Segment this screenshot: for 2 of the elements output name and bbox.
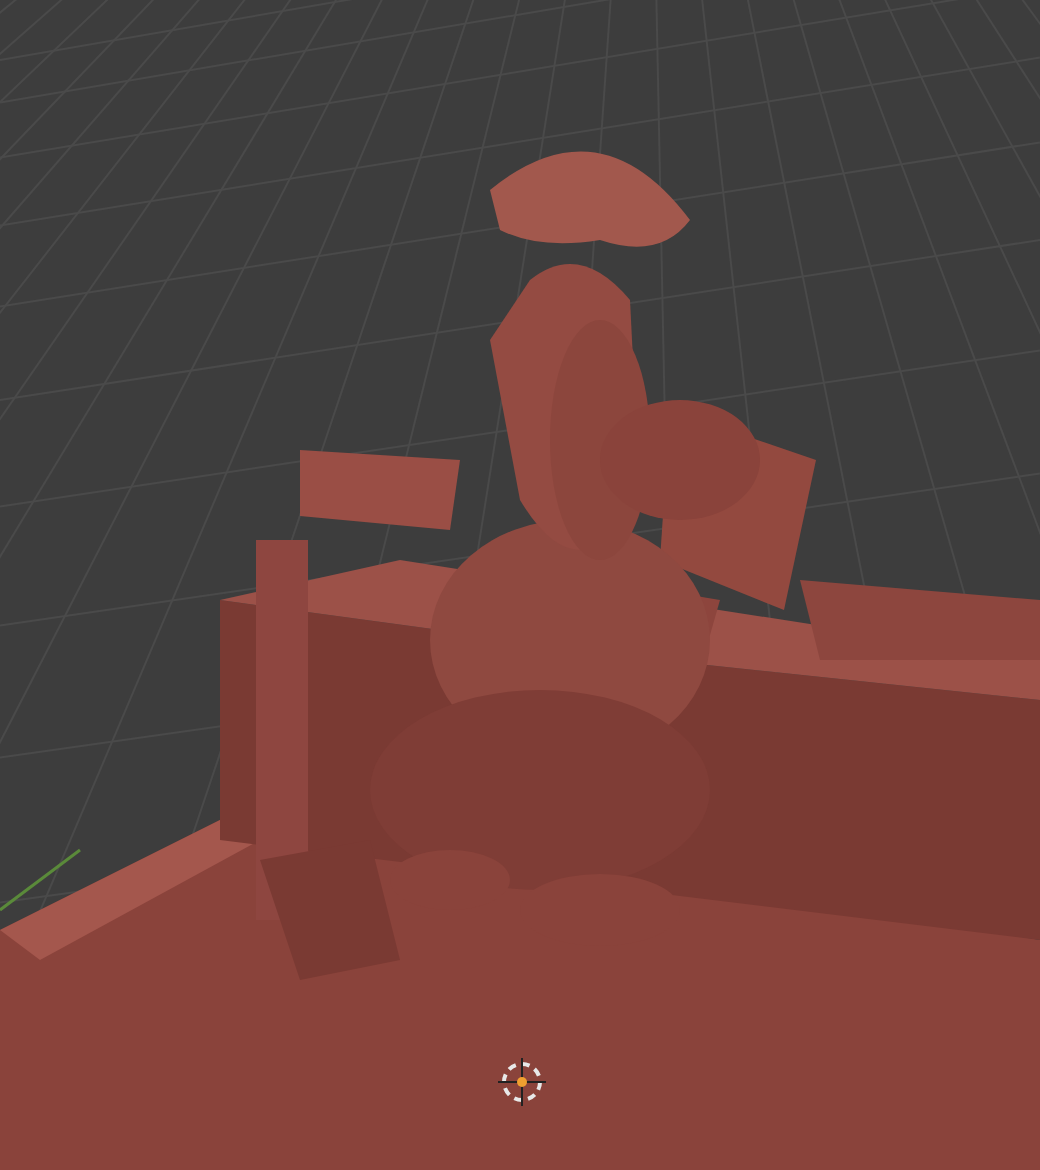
crosshair-icon[interactable] [497, 1057, 547, 1107]
axis-line [0, 848, 81, 912]
